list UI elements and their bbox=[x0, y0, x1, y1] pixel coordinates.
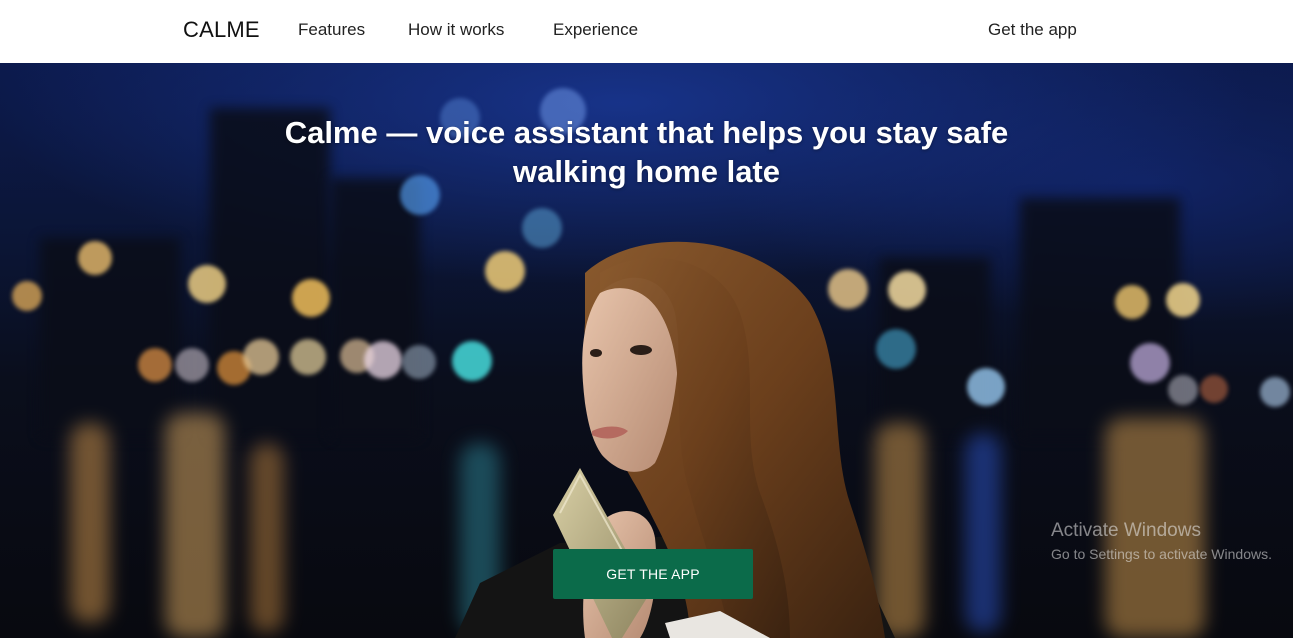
hero-headline-line-2: walking home late bbox=[512, 154, 780, 189]
activate-windows-watermark: Activate Windows Go to Settings to activ… bbox=[1051, 520, 1272, 562]
nav-link-features[interactable]: Features bbox=[298, 20, 365, 40]
brand-logo[interactable]: CALME bbox=[183, 17, 260, 43]
get-the-app-button[interactable]: GET THE APP bbox=[553, 549, 753, 599]
watermark-subtitle: Go to Settings to activate Windows. bbox=[1051, 546, 1272, 562]
hero-headline-line-1: Calme — voice assistant that helps you s… bbox=[284, 115, 1009, 150]
nav-link-get-the-app[interactable]: Get the app bbox=[988, 20, 1077, 40]
nav-link-how-it-works[interactable]: How it works bbox=[408, 20, 504, 40]
hero-headline: Calme — voice assistant that helps you s… bbox=[0, 113, 1293, 191]
watermark-title: Activate Windows bbox=[1051, 520, 1201, 541]
nav-link-experience[interactable]: Experience bbox=[553, 20, 638, 40]
top-navbar: CALME Features How it works Experience G… bbox=[0, 0, 1293, 63]
